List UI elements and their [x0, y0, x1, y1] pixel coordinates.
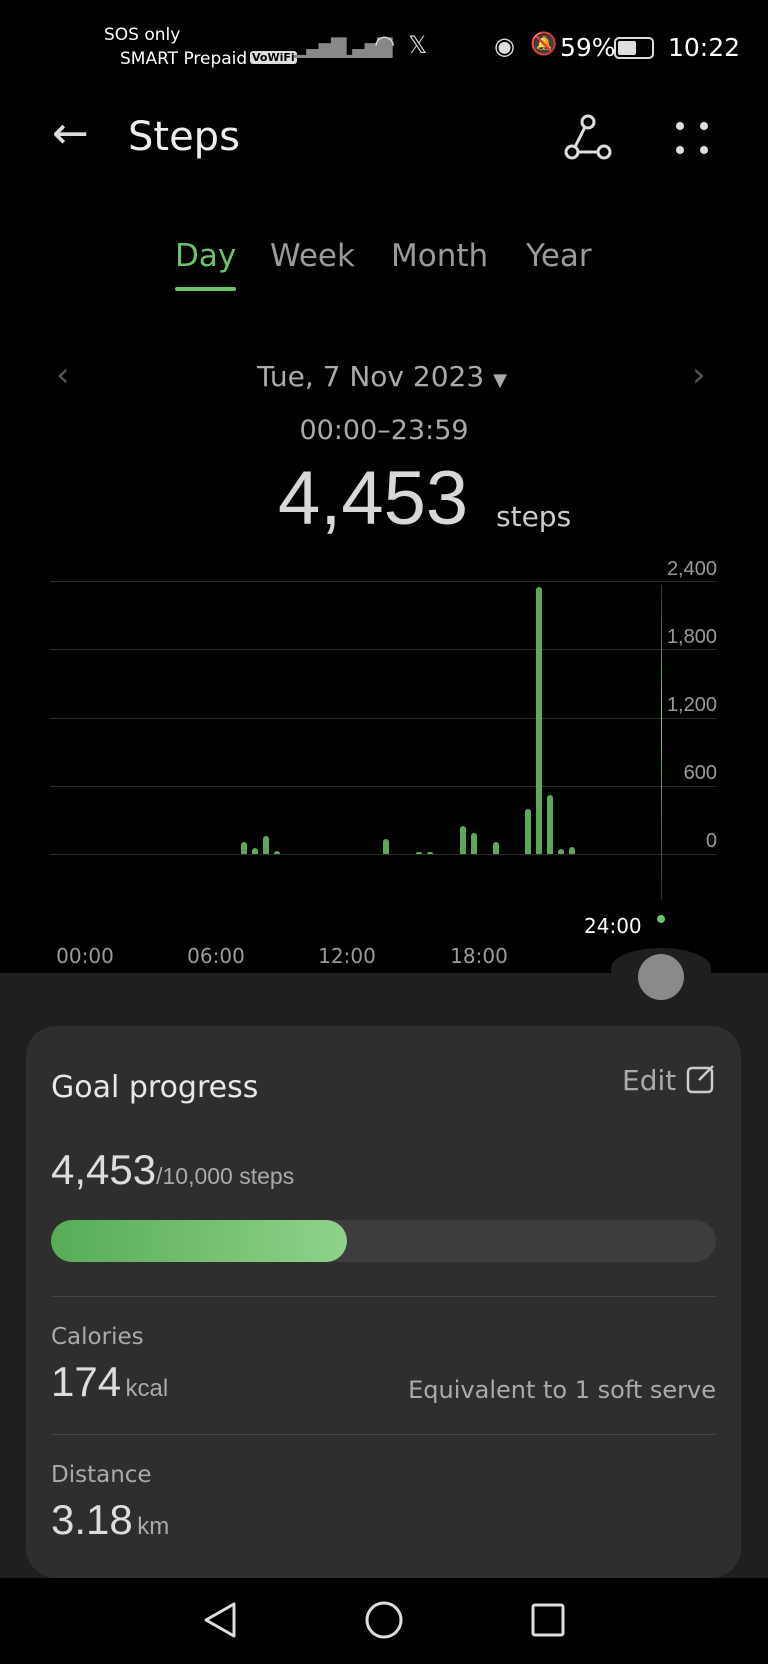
cursor-drag-handle[interactable]: [638, 954, 684, 1000]
goal-title: Goal progress: [51, 1070, 259, 1105]
eye-icon: ◉: [494, 32, 515, 60]
chart-bar[interactable]: [240, 842, 247, 854]
total-steps: 4,453: [278, 456, 469, 541]
x-tick-label: 00:00: [56, 944, 114, 968]
x-app-icon: 𝕏: [408, 31, 428, 59]
chart-bar[interactable]: [426, 851, 433, 854]
y-tick-label: 0: [705, 830, 717, 852]
chart-bar[interactable]: [525, 808, 532, 854]
tab-week[interactable]: Week: [270, 238, 355, 274]
tab-year[interactable]: Year: [526, 238, 592, 274]
date-label: Tue, 7 Nov 2023: [257, 360, 485, 393]
time-cursor-line[interactable]: [661, 585, 662, 900]
chart-bar[interactable]: [569, 846, 576, 854]
goal-progress-card: Goal progress Edit 4,453/10,000 steps Ca…: [26, 1026, 741, 1578]
y-tick-label: 600: [683, 762, 717, 784]
tab-month[interactable]: Month: [391, 238, 488, 274]
gridline: [50, 786, 717, 787]
gridline: [50, 718, 717, 719]
calories-equivalent: Equivalent to 1 soft serve: [408, 1376, 716, 1404]
y-tick-label: 1,200: [666, 694, 717, 716]
chart-bar[interactable]: [383, 838, 390, 854]
divider: [51, 1296, 716, 1297]
next-day-chevron-icon[interactable]: ›: [692, 355, 706, 395]
x-tick-label: 18:00: [450, 944, 508, 968]
y-tick-label: 2,400: [666, 558, 717, 580]
active-tab-indicator: [175, 287, 236, 291]
calories-label: Calories: [51, 1324, 144, 1350]
divider: [51, 1434, 716, 1435]
battery-percent: 59%: [560, 33, 616, 62]
distance-value: 3.18: [51, 1496, 133, 1543]
edit-label: Edit: [622, 1064, 677, 1097]
gridline: [50, 649, 717, 650]
goal-steps: 4,453/10,000 steps: [51, 1146, 294, 1194]
back-arrow-icon[interactable]: ←: [52, 112, 89, 156]
distance-label: Distance: [51, 1462, 152, 1488]
nav-home-icon[interactable]: [364, 1600, 404, 1640]
chart-bar[interactable]: [262, 835, 269, 854]
bell-muted-icon: 🔕: [530, 32, 558, 57]
chart-bar[interactable]: [459, 825, 466, 854]
cursor-dot: [657, 915, 665, 923]
time-range: 00:00–23:59: [299, 415, 469, 446]
date-selector[interactable]: Tue, 7 Nov 2023 ▼: [257, 360, 507, 393]
carrier-name: SMART Prepaid: [120, 49, 248, 69]
goal-progress-bar: [51, 1220, 716, 1262]
share-route-icon[interactable]: [562, 114, 614, 160]
distance-unit: km: [137, 1513, 170, 1540]
previous-day-chevron-icon[interactable]: ‹: [56, 355, 70, 395]
nav-back-icon[interactable]: [202, 1600, 238, 1640]
navigation-bar: [0, 1578, 768, 1664]
edit-icon[interactable]: [686, 1064, 716, 1094]
gridline: [50, 581, 717, 582]
chart-bar[interactable]: [547, 795, 554, 854]
chart-bar[interactable]: [415, 851, 422, 854]
tab-day[interactable]: Day: [175, 238, 236, 274]
signal-icon: ▁▃▅▇: [294, 34, 347, 58]
clock: 10:22: [668, 33, 741, 62]
goal-target: /10,000 steps: [156, 1163, 295, 1189]
x-tick-label: 12:00: [318, 944, 376, 968]
chart-bar[interactable]: [470, 832, 477, 854]
cursor-time-label: 24:00: [584, 914, 642, 938]
chart-bar[interactable]: [558, 848, 565, 854]
battery-icon: [614, 37, 654, 59]
chart-bar[interactable]: [251, 847, 258, 854]
calories-unit: kcal: [125, 1375, 169, 1402]
goal-progress-fill: [51, 1220, 348, 1262]
y-tick-label: 1,800: [666, 626, 717, 648]
total-steps-unit: steps: [496, 500, 572, 533]
wifi-icon: ◠: [374, 30, 395, 58]
chart-bar[interactable]: [536, 586, 543, 854]
page-title: Steps: [128, 114, 240, 160]
chart-bar[interactable]: [492, 841, 499, 854]
x-tick-label: 06:00: [187, 944, 245, 968]
carrier-status: SOS only: [104, 25, 181, 45]
vowifi-badge: VoWiFi: [250, 51, 297, 64]
gridline: [50, 854, 717, 855]
goal-current: 4,453: [51, 1146, 157, 1193]
more-options-icon[interactable]: [672, 118, 712, 158]
caret-down-icon: ▼: [493, 370, 507, 391]
edit-goal-button[interactable]: Edit: [622, 1064, 676, 1097]
calories-value: 174: [51, 1358, 122, 1405]
chart-bar[interactable]: [273, 851, 280, 854]
nav-recents-icon[interactable]: [530, 1602, 566, 1638]
